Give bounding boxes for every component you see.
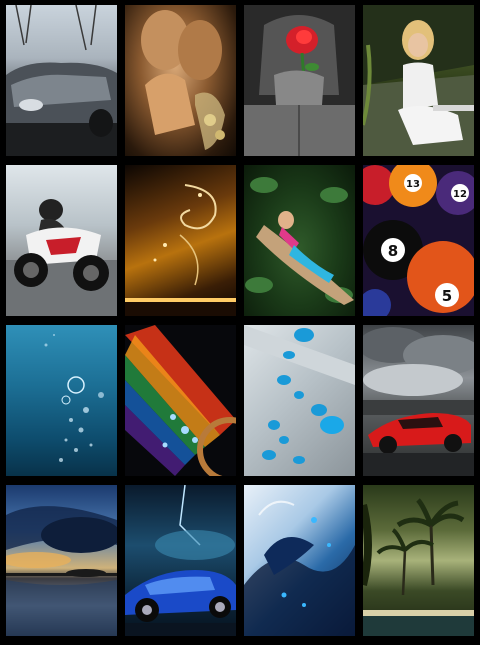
wallpaper-tile-tropical-palms[interactable]: [363, 485, 474, 636]
billiard-ball-13-label: 13: [406, 179, 420, 190]
wallpaper-tile-sunset-sky[interactable]: [6, 485, 117, 636]
water-drops-image: [244, 325, 355, 476]
wallpaper-tile-blonde-woman[interactable]: [363, 5, 474, 156]
billiard-ball-12-label: 12: [453, 189, 467, 200]
wallpaper-tile-billiard-balls[interactable]: 13 12 8 5: [363, 165, 474, 316]
wallpaper-grid: 13 12 8 5: [6, 5, 474, 636]
sport-motorcycle-image: [6, 165, 117, 316]
blue-fractal-image: [244, 485, 355, 636]
blonde-woman-image: [363, 5, 474, 156]
woman-in-boat-image: [244, 165, 355, 316]
tropical-palms-image: [363, 485, 474, 636]
wallpaper-tile-car-silver[interactable]: [6, 5, 117, 156]
rainbow-disc-image: [125, 325, 236, 476]
billiard-ball-5-label: 5: [442, 287, 452, 305]
wallpaper-tile-rose-jeans[interactable]: [244, 5, 355, 156]
wallpaper-tile-underwater-bubbles[interactable]: [6, 325, 117, 476]
blue-sports-car-image: [125, 485, 236, 636]
wallpaper-tile-water-drops[interactable]: [244, 325, 355, 476]
wallpaper-tile-red-ferrari[interactable]: [363, 325, 474, 476]
wallpaper-tile-rainbow-cd[interactable]: [125, 325, 236, 476]
wallpaper-tile-blue-sportscar[interactable]: [125, 485, 236, 636]
underwater-bubbles-image: [6, 325, 117, 476]
couple-kiss-image: [125, 5, 236, 156]
silver-sports-car-image: [6, 5, 117, 156]
golden-swirl-image: [125, 165, 236, 316]
red-sports-car-image: [363, 325, 474, 476]
billiard-balls-image: 13 12 8 5: [363, 165, 474, 316]
wallpaper-tile-woman-boat[interactable]: [244, 165, 355, 316]
rose-in-hands-image: [244, 5, 355, 156]
sunset-sky-image: [6, 485, 117, 636]
wallpaper-tile-golden-swirl[interactable]: [125, 165, 236, 316]
wallpaper-tile-motorcycle[interactable]: [6, 165, 117, 316]
wallpaper-tile-blue-fractal[interactable]: [244, 485, 355, 636]
billiard-ball-8-label: 8: [388, 242, 398, 260]
wallpaper-tile-couple-kiss[interactable]: [125, 5, 236, 156]
